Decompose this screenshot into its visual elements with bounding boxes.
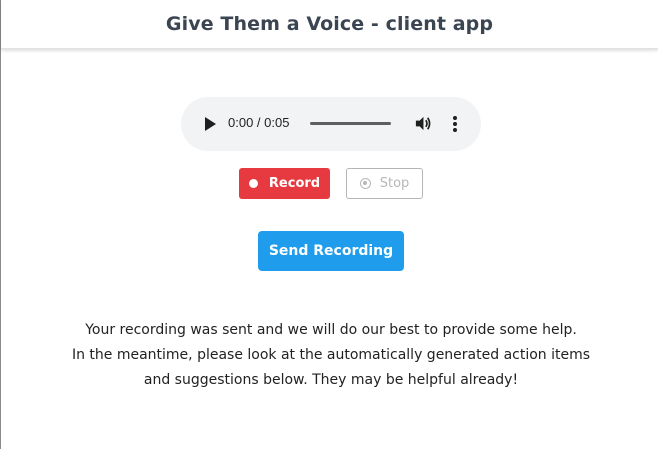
- record-dot-icon: [248, 179, 258, 188]
- status-message-line: Your recording was sent and we will do o…: [85, 322, 577, 338]
- page-title: Give Them a Voice - client app: [165, 13, 494, 35]
- stop-circle-icon: [359, 178, 371, 189]
- audio-progress-slider[interactable]: [310, 122, 391, 125]
- stop-button-label: Stop: [379, 176, 410, 191]
- play-icon[interactable]: [203, 116, 217, 132]
- audio-player[interactable]: 0:00 / 0:05: [181, 97, 481, 151]
- more-vert-icon[interactable]: [452, 115, 458, 133]
- record-button-label: Record: [268, 176, 321, 191]
- record-button[interactable]: Record: [239, 168, 330, 199]
- status-message-line: In the meantime, please look at the auto…: [71, 347, 591, 363]
- status-message-line: and suggestions below. They may be helpf…: [143, 372, 519, 388]
- audio-time-display: 0:00 / 0:05: [228, 115, 290, 130]
- status-message: Your recording was sent and we will do o…: [31, 318, 631, 393]
- app-header: Give Them a Voice - client app: [1, 0, 658, 49]
- send-recording-button[interactable]: Send Recording: [258, 231, 404, 271]
- stop-button[interactable]: Stop: [346, 168, 423, 199]
- volume-icon[interactable]: [414, 115, 431, 132]
